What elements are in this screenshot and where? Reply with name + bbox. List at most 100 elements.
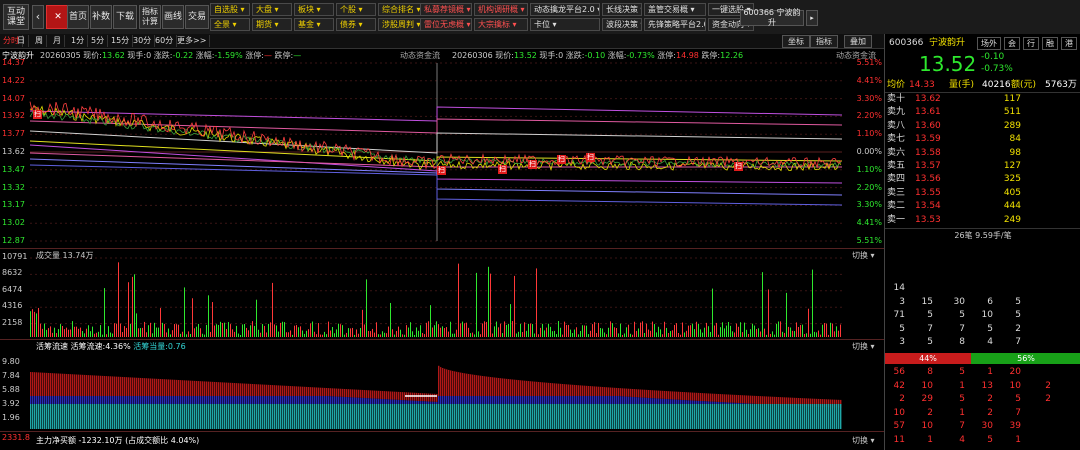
scan-tag[interactable]: 扫	[498, 165, 507, 174]
volume-bar	[484, 321, 485, 337]
volume-bar	[132, 276, 133, 337]
market-menu-item[interactable]: 大盘 ▾	[252, 3, 292, 16]
volume-bar	[834, 331, 835, 337]
market-menu-item[interactable]: 板块 ▾	[294, 3, 334, 16]
tool-menu-item[interactable]: 机构调研概 ▾	[474, 3, 528, 16]
flow-bar-red	[44, 372, 46, 396]
flow-bar-blue	[516, 396, 518, 404]
flow-bar-blue	[360, 397, 362, 404]
quote-tab[interactable]: 场外	[977, 37, 1001, 50]
flow-bar-red	[552, 383, 554, 396]
stock-tab[interactable]: 600366 宁波韵升	[740, 8, 804, 27]
queue-cell: 30	[953, 296, 965, 307]
flow-bar-cyan	[44, 404, 46, 429]
flow-bar-blue	[352, 397, 354, 404]
backfill-button[interactable]: 补数	[90, 5, 112, 29]
tool-menu-item[interactable]: 先锋策略平台2.0 ▾	[644, 18, 706, 31]
flow-bar-cyan	[728, 404, 730, 429]
quote-tab[interactable]: 港	[1061, 37, 1077, 50]
flow-bar-red	[272, 385, 274, 396]
scan-tag[interactable]: 扫	[33, 110, 42, 119]
scan-tag[interactable]: 扫	[528, 160, 537, 169]
market-menu-item[interactable]: 个股 ▾	[336, 3, 376, 16]
period-3[interactable]: 月	[50, 35, 65, 47]
market-menu-item[interactable]: 债券 ▾	[336, 18, 376, 31]
flow-bar-cyan	[372, 404, 374, 429]
queue-cell: 15	[921, 296, 933, 307]
flow-bar-cyan	[484, 404, 486, 429]
flow-bar-blue	[586, 396, 588, 404]
tool-menu-item[interactable]: 动态擒龙平台2.0 ▾	[530, 3, 600, 16]
flow-bar-blue	[348, 397, 350, 404]
home-button[interactable]: 首页	[67, 5, 89, 29]
flow-bar-cyan	[348, 404, 350, 429]
download-button[interactable]: 下载	[113, 5, 137, 29]
flow-bar-red	[626, 388, 628, 397]
flow-bar-red	[218, 382, 220, 396]
flow-bar-cyan	[354, 404, 356, 429]
market-menu-item[interactable]: 自选股 ▾	[210, 3, 250, 16]
tool-menu-item[interactable]: 长线决策 ▾	[602, 3, 642, 16]
flow-bar-blue	[162, 396, 164, 404]
flow-bar-red	[640, 389, 642, 398]
flow-bar-red	[196, 380, 198, 396]
scan-tag[interactable]: 扫	[734, 162, 743, 171]
volume-bar	[498, 327, 499, 337]
chart-tool-1[interactable]: 指标	[810, 35, 838, 48]
scan-tag[interactable]: 扫	[437, 166, 446, 175]
flow-bar-red	[428, 393, 430, 402]
period-1[interactable]: 日	[14, 35, 29, 47]
flow-switch[interactable]: 切换 ▾	[852, 341, 875, 352]
volume-bar	[72, 321, 73, 337]
flow-bar-blue	[696, 400, 698, 404]
market-menu-item[interactable]: 综合排名 ▾	[378, 3, 424, 16]
tool-menu-item[interactable]: 雷位无虑概 ▾	[420, 18, 472, 31]
indicator-calc-button[interactable]: 指标 计算	[139, 5, 161, 29]
flow-bar-blue	[192, 396, 194, 404]
volume-bar	[820, 334, 821, 337]
quote-tab[interactable]: 行	[1023, 37, 1039, 50]
interactive-class-button[interactable]: 互动 课堂	[3, 4, 29, 30]
period-4[interactable]: 1分	[68, 35, 89, 47]
chart-tool-0[interactable]: 坐标	[782, 35, 810, 48]
tool-menu-item[interactable]: 卡位 ▾	[530, 18, 600, 31]
quote-tab[interactable]: 融	[1042, 37, 1058, 50]
chart-tool-2[interactable]: 叠加	[844, 35, 872, 48]
net-switch[interactable]: 切换 ▾	[852, 435, 875, 446]
tool-menu-item[interactable]: 私募荐镜概 ▾	[420, 3, 472, 16]
flow-bar-red	[662, 390, 664, 399]
scan-tag[interactable]: 扫	[586, 153, 595, 162]
draw-line-button[interactable]: 画线	[162, 5, 184, 29]
flow-bar-red	[36, 372, 38, 396]
trade-button[interactable]: 交易	[185, 5, 209, 29]
flow-bar-blue	[406, 400, 408, 404]
period-5[interactable]: 5分	[88, 35, 109, 47]
period-9[interactable]: 更多>>	[174, 35, 211, 47]
flow-bar-blue	[662, 398, 664, 404]
market-menu-item[interactable]: 全景 ▾	[210, 18, 250, 31]
back-arrow-icon[interactable]: ‹	[32, 5, 44, 29]
scan-tag[interactable]: 扫	[557, 155, 566, 164]
flow-bar-blue	[86, 396, 88, 404]
volume-bar	[472, 332, 473, 337]
flow-bar-red	[672, 391, 674, 400]
bid-cell: 10	[921, 421, 933, 431]
market-menu-item[interactable]: 涉股周判 ▾	[378, 18, 424, 31]
queue-cell: 5	[1015, 310, 1021, 320]
flow-bar-red	[168, 379, 170, 396]
period-2[interactable]: 周	[32, 35, 47, 47]
tool-menu-item[interactable]: 波段决策 ▾	[602, 18, 642, 31]
flow-bar-cyan	[562, 404, 564, 429]
volume-bar	[672, 330, 673, 337]
tool-menu-item[interactable]: 大宗擒标 ▾	[474, 18, 528, 31]
ask-price: 13.59	[915, 134, 941, 145]
market-menu-item[interactable]: 期货 ▾	[252, 18, 292, 31]
expand-icon[interactable]: ▸	[806, 10, 818, 26]
bid-cell: 11	[893, 434, 905, 445]
quote-tab[interactable]: 会	[1004, 37, 1020, 50]
volume-bar	[260, 332, 261, 337]
day2-upstop-label: 涨停:	[657, 51, 676, 60]
tool-menu-item[interactable]: 盖管交易概 ▾	[644, 3, 706, 16]
volume-switch[interactable]: 切换 ▾	[852, 250, 875, 261]
market-menu-item[interactable]: 基金 ▾	[294, 18, 334, 31]
